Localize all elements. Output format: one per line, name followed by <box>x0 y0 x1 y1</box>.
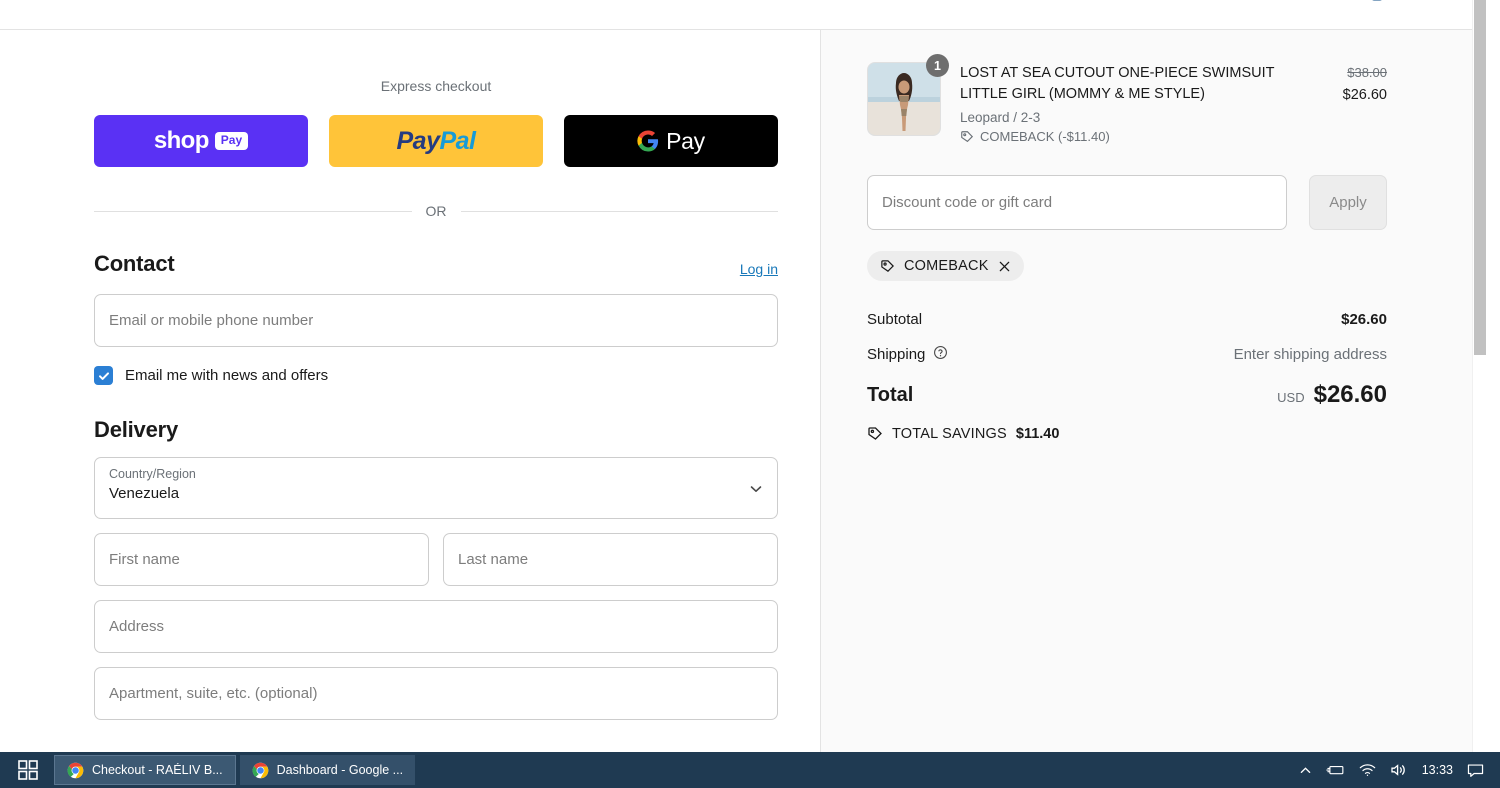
country-region-select[interactable]: Country/Region Venezuela <box>94 457 778 519</box>
chevron-up-icon[interactable] <box>1299 764 1312 777</box>
divider-line-right <box>460 210 778 212</box>
notification-icon[interactable] <box>1467 763 1484 778</box>
google-pay-button[interactable]: Pay <box>564 115 778 167</box>
shipping-value: Enter shipping address <box>1233 346 1387 364</box>
page-scrollbar[interactable] <box>1472 0 1486 752</box>
total-amount: $26.60 <box>1313 381 1387 409</box>
volume-icon[interactable] <box>1390 763 1408 777</box>
shop-pay-button[interactable]: shop Pay <box>94 115 308 167</box>
google-pay-wordmark: Pay <box>666 127 705 154</box>
applied-discount-code: COMEBACK <box>904 258 989 275</box>
or-label: OR <box>425 203 447 219</box>
product-discount-row: COMEBACK (-$11.40) <box>960 129 1324 144</box>
taskbar-clock[interactable]: 13:33 <box>1422 763 1453 777</box>
order-item-prices: $38.00 $26.60 <box>1343 62 1387 144</box>
price-final: $26.60 <box>1342 87 1387 103</box>
product-title: LOST AT SEA CUTOUT ONE-PIECE SWIMSUIT LI… <box>960 65 1275 103</box>
total-label: Total <box>867 383 914 406</box>
delivery-title: Delivery <box>94 417 179 442</box>
newsletter-checkbox[interactable] <box>94 366 113 385</box>
country-region-value: Venezuela <box>109 485 180 502</box>
wifi-icon[interactable] <box>1359 763 1376 777</box>
order-line-item: 1 LOST AT SEA CUTOUT ONE-PIECE SWIMSUIT … <box>867 54 1387 144</box>
tag-icon <box>868 427 882 440</box>
product-variant: Leopard / 2-3 <box>960 110 1041 126</box>
store-name: RAÉLIV Boutique <box>0 0 1486 1</box>
chrome-icon <box>67 762 84 778</box>
task-view-icon[interactable] <box>6 752 50 788</box>
divider-line-left <box>94 210 412 212</box>
total-savings-value: $11.40 <box>1015 426 1060 443</box>
paypal-wordmark-pay: Pay <box>396 126 440 155</box>
google-g-icon <box>637 130 659 152</box>
help-circle-icon[interactable] <box>933 345 948 364</box>
tag-icon <box>881 259 894 272</box>
taskbar-item-checkout[interactable]: Checkout - RAÉLIV B... <box>54 755 236 785</box>
express-checkout-label: Express checkout <box>380 78 492 94</box>
newsletter-checkbox-row[interactable]: Email me with news and offers <box>94 366 778 385</box>
product-thumbnail-wrap: 1 <box>867 54 949 136</box>
address-input[interactable] <box>94 600 778 653</box>
paypal-button[interactable]: PayPal <box>329 115 543 167</box>
total-savings-row: TOTAL SAVINGS $11.40 <box>867 426 1387 442</box>
or-divider: OR <box>94 203 778 219</box>
newsletter-label: Email me with news and offers <box>125 367 329 384</box>
apartment-input[interactable] <box>94 667 778 720</box>
subtotal-value: $26.60 <box>1341 311 1387 329</box>
taskbar-item-dashboard[interactable]: Dashboard - Google ... <box>239 755 416 785</box>
shop-pay-wordmark: shop <box>153 127 210 154</box>
country-region-label: Country/Region <box>109 467 196 481</box>
total-currency: USD <box>1277 390 1305 406</box>
total-value-wrap: USD $26.60 <box>1277 381 1387 409</box>
order-item-details: LOST AT SEA CUTOUT ONE-PIECE SWIMSUIT LI… <box>960 62 1324 144</box>
total-row: Total USD $26.60 <box>867 381 1387 409</box>
contact-section-header: Contact Log in <box>94 251 778 277</box>
chevron-down-icon <box>749 482 763 501</box>
store-header: RAÉLIV Boutique <box>0 0 1486 30</box>
taskbar-item-label: Dashboard - Google ... <box>276 763 404 777</box>
shop-pay-logo: shop Pay <box>153 127 249 155</box>
desktop-screen: RAÉLIV Boutique Express checkout shop <box>0 0 1500 788</box>
last-name-input[interactable] <box>443 533 778 586</box>
product-discount-label: COMEBACK (-$11.40) <box>980 129 1110 145</box>
system-tray: 13:33 <box>1299 763 1494 778</box>
remove-discount-icon[interactable] <box>998 260 1011 273</box>
chrome-icon <box>252 762 268 778</box>
contact-title: Contact <box>94 251 175 276</box>
paypal-wordmark-pal: Pal <box>439 126 476 155</box>
shipping-row: Shipping Enter shipping address <box>867 345 1387 364</box>
paypal-logo: PayPal <box>396 126 476 156</box>
discount-code-input[interactable] <box>867 175 1287 231</box>
shop-pay-badge: Pay <box>214 132 249 150</box>
shipping-label: Shipping <box>867 346 926 364</box>
applied-discount-pill: COMEBACK <box>867 251 1024 282</box>
subtotal-row: Subtotal $26.60 <box>867 311 1387 328</box>
shipping-label-wrap: Shipping <box>867 345 948 364</box>
google-pay-logo: Pay <box>637 128 705 155</box>
subtotal-label: Subtotal <box>867 311 923 329</box>
battery-charging-icon[interactable] <box>1326 763 1345 777</box>
log-in-link[interactable]: Log in <box>740 261 778 277</box>
delivery-section-header: Delivery <box>94 417 778 443</box>
checkmark-icon <box>98 371 109 380</box>
apply-discount-button[interactable]: Apply <box>1309 175 1387 231</box>
name-fields-row <box>94 533 778 586</box>
email-input[interactable] <box>94 294 778 347</box>
checkout-form-column: Express checkout shop Pay PayPal Pay OR … <box>0 30 821 752</box>
windows-taskbar: Checkout - RAÉLIV B... Dashboard - Googl… <box>0 752 1500 788</box>
browser-page: RAÉLIV Boutique Express checkout shop <box>0 0 1486 752</box>
discount-code-row: Apply <box>867 175 1387 231</box>
first-name-input[interactable] <box>94 533 429 586</box>
tag-icon <box>961 130 974 142</box>
order-totals: Subtotal $26.60 Shipping Enter shipping … <box>867 311 1387 442</box>
express-payment-buttons: shop Pay PayPal Pay <box>94 115 778 167</box>
price-original: $38.00 <box>1347 65 1387 80</box>
order-summary-column: 1 LOST AT SEA CUTOUT ONE-PIECE SWIMSUIT … <box>821 30 1486 752</box>
scrollbar-thumb[interactable] <box>1474 0 1486 355</box>
checkout-columns: Express checkout shop Pay PayPal Pay OR … <box>0 30 1486 752</box>
total-savings-label: TOTAL SAVINGS <box>892 426 1007 443</box>
taskbar-item-label: Checkout - RAÉLIV B... <box>92 763 223 777</box>
shopping-cart-icon[interactable] <box>1364 0 1390 6</box>
quantity-badge: 1 <box>926 54 949 77</box>
